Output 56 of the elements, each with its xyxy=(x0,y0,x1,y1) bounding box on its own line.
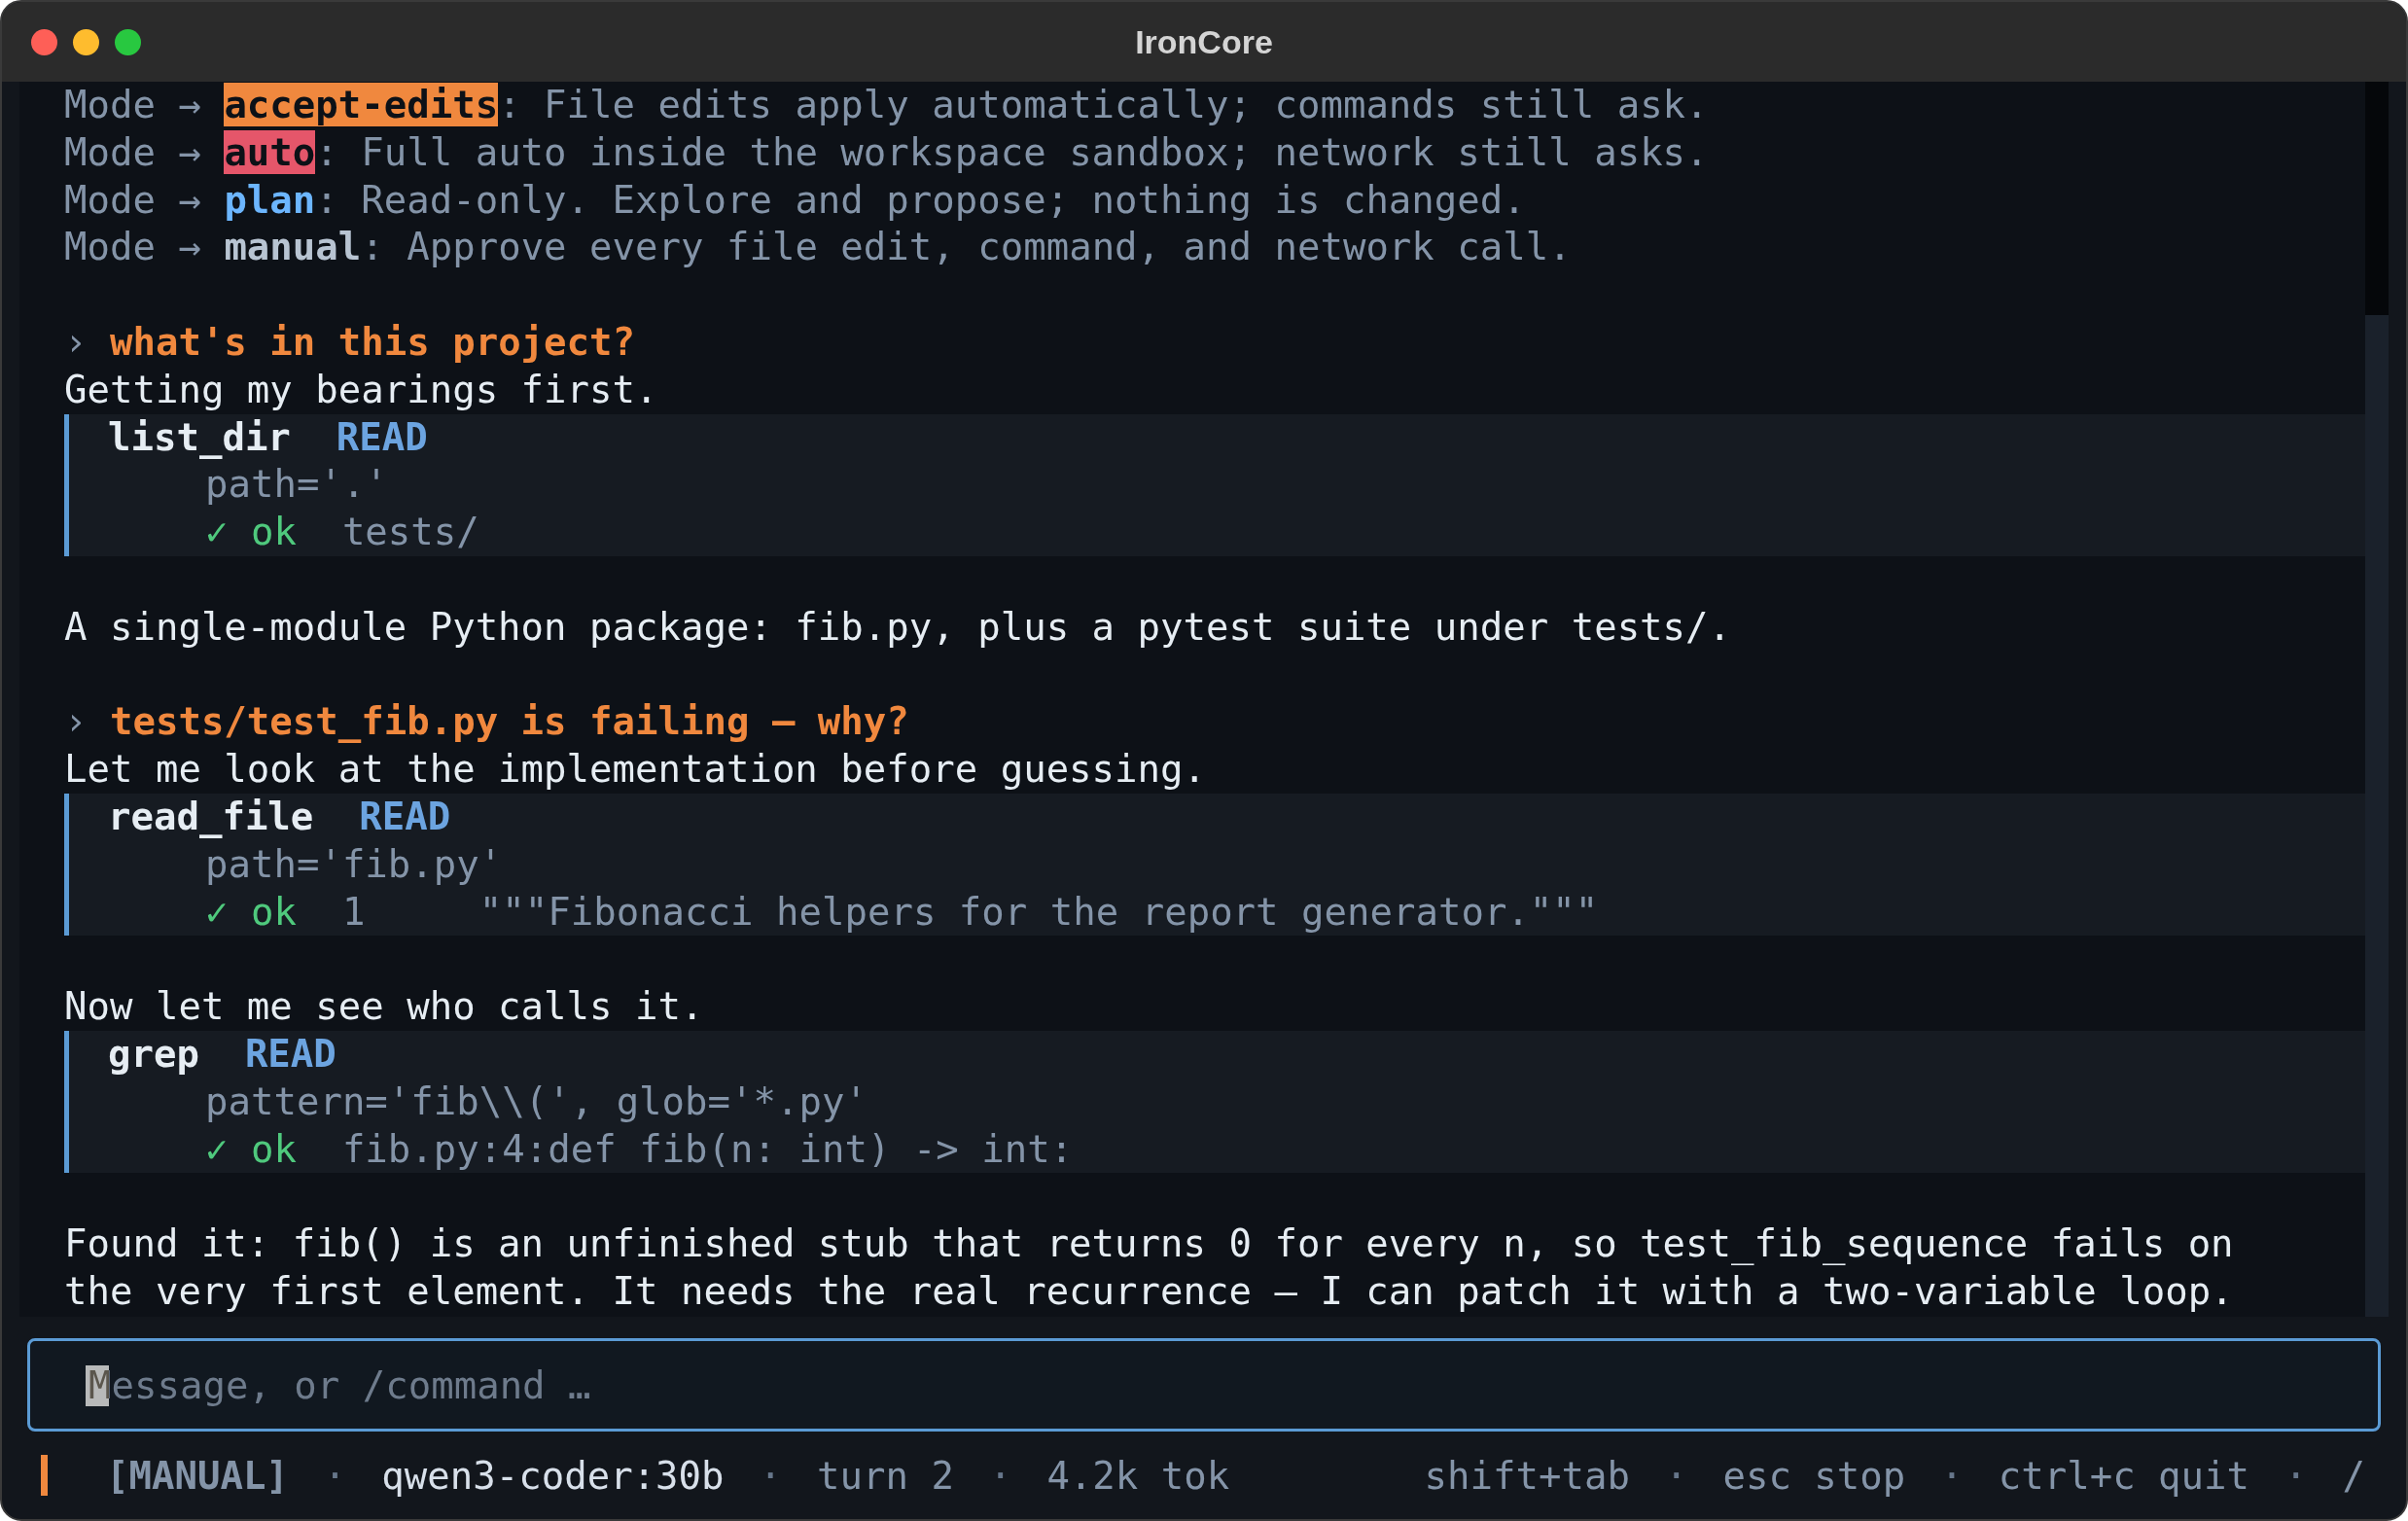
model-name: qwen3-coder:30b xyxy=(381,1453,725,1498)
tool-name: list_dir xyxy=(108,414,291,459)
mode-description: : Read-only. Explore and propose; nothing is changed. xyxy=(315,177,1526,222)
window-title: IronCore xyxy=(1135,22,1273,61)
assistant-message: Found it: fib() is an unfinished stub that returns 0 for every n, so test_fib_sequence fails on the very first element. It needs the real recurrence — I can patch it with a two-variable loop. xyxy=(64,1221,2234,1313)
minimize-button[interactable] xyxy=(73,28,99,55)
user-prompt: what's in this project? xyxy=(109,320,635,364)
access-label: READ xyxy=(336,414,428,459)
tool-result: fib.py:4:def fib(n: int) -> int: xyxy=(341,1126,1074,1171)
tool-arguments: path='.' xyxy=(205,462,388,507)
mode-prefix: Mode → xyxy=(64,129,201,174)
tool-arguments: pattern='fib\\(', glob='*.py' xyxy=(205,1079,868,1123)
maximize-button[interactable] xyxy=(115,28,141,55)
assistant-message: Getting my bearings first. xyxy=(64,367,658,411)
separator-dot: · xyxy=(1940,1453,1964,1498)
status-text: esc stop xyxy=(1722,1453,1906,1498)
mode-name: auto xyxy=(224,129,316,174)
mode-description: : Full auto inside the workspace sandbox; network still asks. xyxy=(315,129,1709,174)
separator-dot: · xyxy=(2284,1453,2308,1498)
prompt-marker: › xyxy=(64,320,88,364)
assistant-message: A single-module Python package: fib.py, plus a pytest suite under tests/. xyxy=(64,604,1732,649)
tool-name: read_file xyxy=(108,794,314,838)
scrollbar[interactable] xyxy=(2365,82,2389,1317)
status-text: / xyxy=(2342,1453,2365,1498)
mode-prefix: Mode → xyxy=(64,177,201,222)
separator-dot: · xyxy=(323,1453,347,1498)
separator-dot: · xyxy=(1664,1453,1688,1498)
access-label: READ xyxy=(359,794,451,838)
mode-name: accept-edits xyxy=(224,83,499,126)
status-text: 4.2k tok xyxy=(1046,1453,1230,1498)
mode-indicator: [MANUAL] xyxy=(106,1453,289,1498)
mode-prefix: Mode → xyxy=(64,83,201,126)
status-text: ctrl+c quit xyxy=(1998,1453,2250,1498)
mode-description: : File edits apply automatically; commands still ask. xyxy=(498,83,1709,126)
tool-result: tests/ xyxy=(341,510,479,554)
tool-name: grep xyxy=(108,1031,199,1076)
status-label: ✓ ok xyxy=(205,1126,297,1171)
status-text: turn 2 xyxy=(817,1453,954,1498)
prompt-marker: › xyxy=(64,699,88,744)
assistant-message: Now let me see who calls it. xyxy=(64,984,704,1029)
access-label: READ xyxy=(244,1031,336,1076)
mode-name: manual xyxy=(224,225,362,269)
status-label: ✓ ok xyxy=(205,889,297,934)
mode-description: : Approve every file edit, command, and network call. xyxy=(361,225,1572,269)
status-text: shift+tab xyxy=(1424,1453,1630,1498)
mode-prefix: Mode → xyxy=(64,225,201,269)
assistant-message: Let me look at the implementation before guessing. xyxy=(64,747,1206,792)
user-prompt: tests/test_fib.py is failing — why? xyxy=(109,699,909,744)
separator-dot: · xyxy=(759,1453,782,1498)
status-label: ✓ ok xyxy=(205,510,297,554)
mode-name: plan xyxy=(224,177,316,222)
separator-dot: · xyxy=(988,1453,1012,1498)
tool-arguments: path='fib.py' xyxy=(205,841,503,886)
mode-bar xyxy=(41,1455,48,1496)
tool-result: 1 """Fibonacci helpers for the report generator.""" xyxy=(341,889,1599,934)
close-button[interactable] xyxy=(31,28,57,55)
